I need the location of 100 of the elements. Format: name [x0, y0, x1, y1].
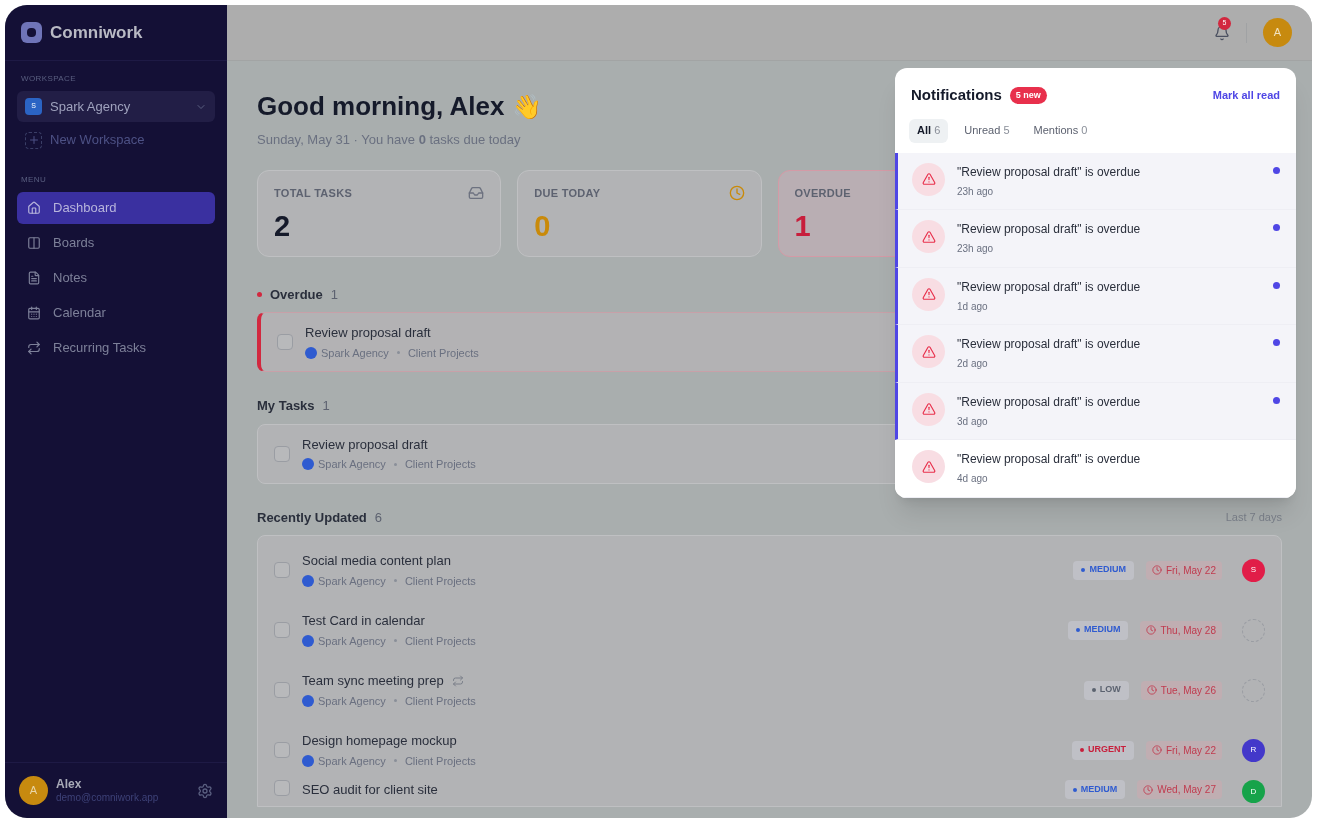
bell-icon[interactable] [1214, 24, 1230, 41]
stat-value: 0 [534, 209, 551, 244]
home-icon [27, 201, 41, 215]
task-row[interactable]: Team sync meeting prep Spark Agency Client Projects LOW Tue, May 26 [274, 660, 1265, 720]
task-checkbox[interactable] [274, 445, 290, 462]
section-title: My Tasks [257, 397, 315, 415]
panel-title: Notifications [911, 85, 1002, 105]
task-checkbox[interactable] [274, 622, 290, 638]
clock-icon [728, 184, 745, 201]
notification-time: 1d ago [957, 300, 989, 313]
warning-icon [912, 392, 945, 426]
notification-item[interactable]: "Review proposal draft" is overdue 3d ago [895, 382, 1296, 440]
user-email: demo@comniwork.app [56, 791, 160, 805]
task-title: Test Card in calendar [302, 612, 425, 630]
workspace-label: Spark Agency [318, 693, 386, 709]
task-checkbox[interactable] [274, 682, 290, 698]
logo-icon [21, 22, 42, 43]
due-date-tag: Fri, May 22 [1146, 740, 1222, 760]
nav-item[interactable]: Calendar [17, 297, 215, 329]
workspace-label: Spark Agency [318, 573, 386, 589]
project-label: Client Projects [404, 457, 476, 472]
clock-icon [1152, 745, 1162, 755]
greeting-subtitle: Sunday, May 31 · You have 0 tasks due today [257, 131, 521, 149]
filter-tab[interactable]: All 6 [909, 118, 949, 143]
priority-tag: URGENT [1072, 740, 1134, 760]
task-checkbox[interactable] [277, 334, 293, 350]
project-label: Client Projects [404, 693, 476, 709]
clock-icon [1146, 685, 1157, 695]
priority-tag: MEDIUM [1073, 560, 1134, 580]
priority-tag: LOW [1083, 680, 1129, 700]
project-label: Client Projects [404, 573, 476, 589]
task-row[interactable]: Social media content plan Spark Agency Client Projects MEDIUM Fri, May 22 S [274, 540, 1265, 600]
filter-tab[interactable]: Mentions 0 [1025, 118, 1096, 143]
nav-item[interactable]: Dashboard [17, 192, 215, 224]
task-checkbox[interactable] [274, 562, 290, 578]
notification-text: "Review proposal draft" is overdue [957, 222, 1142, 237]
waving-hand-emoji: 👋 [512, 91, 543, 122]
task-row[interactable]: Design homepage mockup Spark Agency Client Projects URGENT Fri, May 22 R [274, 720, 1265, 780]
user-avatar: A [19, 776, 48, 805]
section-label: WORKSPACE [20, 73, 77, 85]
repeat-icon [27, 341, 41, 355]
notification-time: 23h ago [957, 243, 995, 256]
document-icon [27, 271, 41, 285]
section-count: 6 [374, 508, 383, 527]
notification-item[interactable]: "Review proposal draft" is overdue 4d ago [895, 440, 1296, 498]
notification-item[interactable]: "Review proposal draft" is overdue 23h ago [895, 152, 1296, 210]
section-title: Overdue [270, 285, 323, 304]
section-count: 1 [330, 285, 338, 304]
priority-tag: MEDIUM [1064, 780, 1126, 799]
plus-icon [25, 131, 42, 149]
notification-item[interactable]: "Review proposal draft" is overdue 23h ago [895, 210, 1296, 268]
project-label: Client Projects [404, 753, 476, 769]
stat-value: 1 [794, 209, 811, 244]
stat-label: OVERDUE [794, 185, 851, 201]
task-title: Social media content plan [302, 552, 451, 570]
task-checkbox[interactable] [274, 742, 290, 758]
project-label: Client Projects [404, 633, 476, 649]
notification-item[interactable]: "Review proposal draft" is overdue 2d ago [895, 325, 1296, 383]
clock-icon [1146, 625, 1157, 635]
task-title: Design homepage mockup [302, 732, 457, 750]
task-title: SEO audit for client site [302, 781, 438, 799]
stat-value: 2 [274, 209, 291, 244]
notification-text: "Review proposal draft" is overdue [957, 337, 1142, 352]
task-row[interactable]: Test Card in calendar Spark Agency Client Projects MEDIUM Thu, May 28 [274, 600, 1265, 660]
mark-all-read-link[interactable]: Mark all read [1212, 87, 1280, 104]
new-count-badge: 5 new [1009, 86, 1047, 104]
user-name: Alex [56, 776, 83, 792]
calendar-icon [27, 306, 41, 320]
nav-item[interactable]: Recurring Tasks [17, 332, 215, 364]
task-row[interactable]: SEO audit for client site MEDIUM Wed, May 27 D [274, 780, 1265, 806]
clock-icon [1143, 784, 1154, 795]
clock-icon [1152, 565, 1162, 575]
section-label: MENU [20, 174, 48, 186]
nav-item[interactable]: Boards [17, 227, 215, 259]
workspace-label: Spark Agency [318, 753, 386, 769]
warning-icon [912, 450, 945, 483]
board-icon [27, 236, 41, 250]
notification-item[interactable]: "Review proposal draft" is overdue 1d ago [895, 267, 1296, 325]
task-checkbox[interactable] [274, 780, 290, 796]
due-date-tag: Tue, May 26 [1140, 680, 1222, 700]
workspace-label: Spark Agency [318, 633, 386, 649]
assignee-avatar: S [1242, 558, 1265, 582]
app-name: Comniwork [50, 21, 143, 44]
filter-tab[interactable]: Unread 5 [956, 118, 1018, 143]
assignee-avatar: R [1242, 738, 1265, 762]
due-date-tag: Fri, May 22 [1146, 560, 1222, 580]
due-date-tag: Thu, May 28 [1140, 620, 1222, 640]
workspace-label: Spark Agency [318, 457, 386, 472]
task-title: Team sync meeting prep [302, 672, 444, 690]
notification-text: "Review proposal draft" is overdue [957, 394, 1142, 410]
warning-icon [912, 220, 945, 253]
notification-text: "Review proposal draft" is overdue [957, 279, 1142, 295]
nav-item[interactable]: Notes [17, 262, 215, 294]
greeting-title: Good morning, Alex [257, 90, 505, 123]
stat-label: DUE TODAY [534, 185, 601, 201]
section-title: Recently Updated [257, 508, 367, 527]
section-count: 1 [322, 397, 330, 415]
settings-icon[interactable] [197, 782, 213, 799]
notification-time: 4d ago [957, 473, 989, 486]
assignee-avatar: D [1242, 780, 1265, 803]
